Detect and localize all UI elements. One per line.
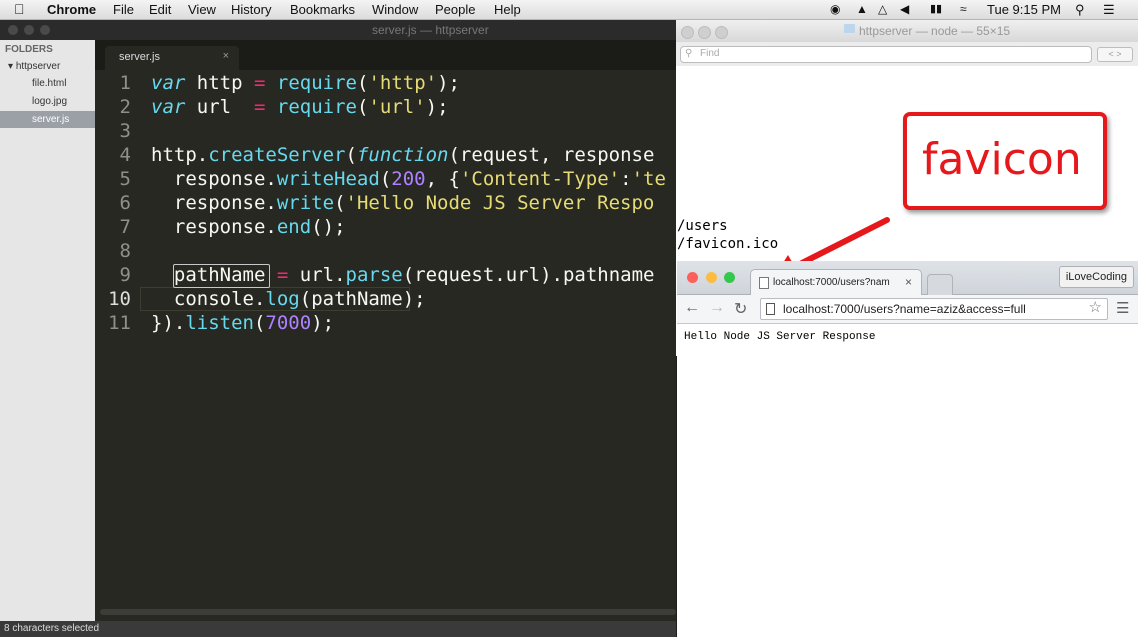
zoom-window-icon[interactable] [715, 26, 728, 39]
line-number: 1 [119, 72, 131, 94]
menu-bookmarks[interactable]: Bookmarks [290, 2, 355, 17]
code-line[interactable]: response.end(); [151, 215, 346, 239]
find-prev-next-buttons[interactable]: < > [1097, 47, 1133, 62]
line-number: 11 [108, 312, 131, 334]
line-number: 9 [119, 264, 131, 286]
mac-menubar:  Chrome File Edit View History Bookmark… [0, 0, 1138, 20]
code-line[interactable]: console.log(pathName); [151, 287, 426, 311]
record-icon[interactable]: ◉ [830, 2, 840, 16]
code-line[interactable]: response.write('Hello Node JS Server Res… [151, 191, 654, 215]
terminal-window-title: httpserver — node — 55×15 [859, 24, 1011, 38]
terminal-titlebar: httpserver — node — 55×15 [676, 20, 1138, 42]
sublime-titlebar: server.js — httpserver [0, 20, 676, 40]
minimize-window-icon[interactable] [706, 272, 717, 283]
line-number: 6 [119, 192, 131, 214]
menu-app-name[interactable]: Chrome [47, 2, 96, 17]
minimize-window-icon[interactable] [698, 26, 711, 39]
line-number: 5 [119, 168, 131, 190]
volume-icon[interactable]: ◀ [900, 2, 909, 16]
minimize-window-icon[interactable] [24, 25, 34, 35]
apple-menu-icon[interactable]:  [14, 1, 25, 17]
code-line[interactable]: var http = require('http'); [151, 71, 460, 95]
back-icon[interactable]: ← [684, 299, 700, 317]
line-number: 7 [119, 216, 131, 238]
line-number-current: 10 [108, 288, 131, 310]
drive-icon[interactable]: △ [878, 2, 887, 16]
menubar-clock[interactable]: Tue 9:15 PM [987, 2, 1061, 17]
new-tab-button[interactable] [927, 274, 953, 295]
menu-people[interactable]: People [435, 2, 475, 17]
line-number: 2 [119, 96, 131, 118]
page-icon [759, 277, 769, 289]
find-input[interactable]: ⚲ Find [680, 46, 1092, 63]
tab-localhost[interactable]: localhost:7000/users?nam × [750, 269, 922, 296]
menu-window[interactable]: Window [372, 2, 418, 17]
line-number: 8 [119, 240, 131, 262]
close-window-icon[interactable] [687, 272, 698, 283]
folder-disclosure-icon[interactable]: ▾ [8, 61, 13, 72]
notification-icon[interactable]: ▲ [856, 2, 868, 16]
chrome-menu-icon[interactable]: ☰ [1116, 299, 1129, 317]
url-text: localhost:7000/users?name=aziz&access=fu… [783, 302, 1026, 316]
close-window-icon[interactable] [681, 26, 694, 39]
spotlight-icon[interactable]: ⚲ [1075, 2, 1085, 18]
code-line[interactable]: var url = require('url'); [151, 95, 449, 119]
zoom-window-icon[interactable] [40, 25, 50, 35]
code-line[interactable]: }).listen(7000); [151, 311, 334, 335]
line-number: 4 [119, 144, 131, 166]
sidebar-header: FOLDERS [5, 44, 53, 55]
sidebar-folder[interactable]: ▾ httpserver [0, 58, 103, 75]
terminal-line: /users [677, 218, 728, 234]
terminal-findbar: ⚲ Find < > [676, 42, 1138, 67]
sublime-window-title: server.js — httpserver [372, 23, 489, 37]
menu-view[interactable]: View [188, 2, 216, 17]
annotation-text: favicon [922, 134, 1082, 185]
address-bar[interactable]: localhost:7000/users?name=aziz&access=fu… [760, 298, 1108, 320]
close-window-icon[interactable] [8, 25, 18, 35]
chrome-window: localhost:7000/users?nam × iLoveCoding ←… [677, 261, 1138, 637]
battery-icon[interactable]: ▮▮ [930, 2, 942, 15]
page-content: Hello Node JS Server Response [684, 331, 876, 343]
tab-label: server.js [119, 51, 160, 63]
selection-box [173, 264, 270, 288]
folder-icon [844, 24, 855, 33]
page-info-icon[interactable] [766, 303, 775, 315]
editor-tabbar: server.js × [95, 40, 676, 70]
status-text: 8 characters selected [4, 623, 100, 634]
tab-close-icon[interactable]: × [223, 50, 229, 62]
status-bar: 8 characters selected [0, 621, 676, 637]
line-number: 3 [119, 120, 131, 142]
profile-button[interactable]: iLoveCoding [1058, 266, 1134, 288]
code-line[interactable]: response.writeHead(200, {'Content-Type':… [151, 167, 666, 191]
chrome-toolbar: ← → ↻ localhost:7000/users?name=aziz&acc… [677, 295, 1138, 324]
sidebar-folder-label: httpserver [15, 61, 61, 72]
forward-icon[interactable]: → [709, 299, 725, 317]
menu-file[interactable]: File [113, 2, 134, 17]
menu-edit[interactable]: Edit [149, 2, 171, 17]
sidebar: FOLDERS ▾ httpserver file.html logo.jpg … [0, 40, 127, 621]
menu-history[interactable]: History [231, 2, 271, 17]
code-line[interactable]: http.createServer(function(request, resp… [151, 143, 654, 167]
bookmark-star-icon[interactable]: ☆ [1089, 298, 1102, 318]
tab-server-js[interactable]: server.js × [105, 46, 239, 70]
horizontal-scrollbar[interactable] [100, 609, 676, 615]
wifi-icon[interactable]: ≈ [960, 2, 967, 16]
zoom-window-icon[interactable] [724, 272, 735, 283]
search-icon: ⚲ [685, 48, 693, 59]
notification-center-icon[interactable]: ☰ [1103, 2, 1115, 18]
find-placeholder: Find [700, 48, 720, 59]
reload-icon[interactable]: ↻ [734, 299, 747, 319]
menu-help[interactable]: Help [494, 2, 521, 17]
favicon-annotation: favicon [903, 112, 1107, 210]
tab-close-icon[interactable]: × [905, 275, 912, 289]
tab-title: localhost:7000/users?nam [773, 277, 890, 288]
chrome-tabstrip: localhost:7000/users?nam × iLoveCoding [677, 261, 1138, 296]
